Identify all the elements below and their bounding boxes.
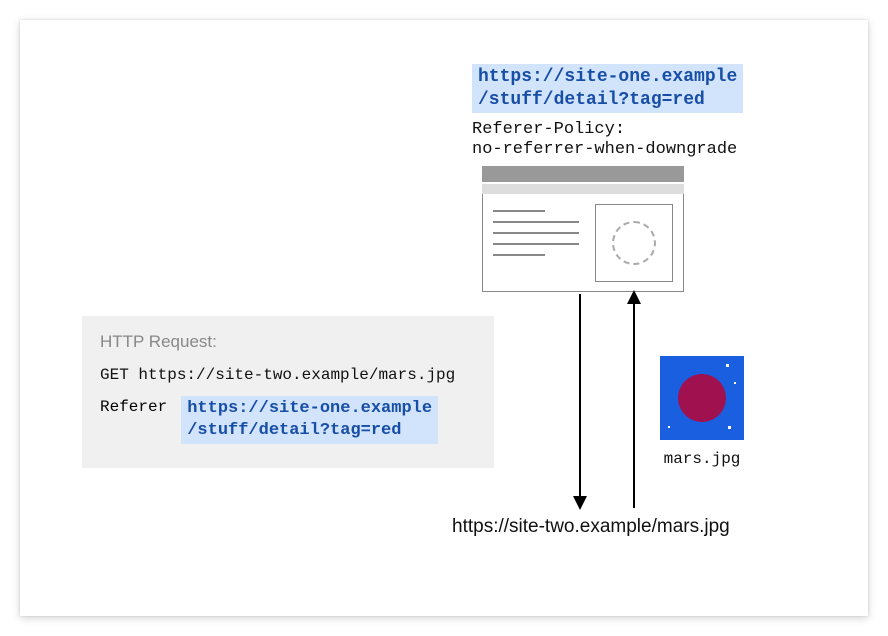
diagram-canvas: https://site-one.example /stuff/detail?t… [20,20,868,616]
mars-filename-label: mars.jpg [660,450,744,468]
browser-titlebar [482,166,684,182]
mars-image-icon [660,356,744,440]
origin-url-highlight: https://site-one.example /stuff/detail?t… [472,64,743,113]
policy-label: Referer-Policy: [472,120,625,139]
origin-url-line2: /stuff/detail?tag=red [478,90,705,110]
mars-image-block: mars.jpg [660,356,744,468]
referer-url-line1: https://site-one.example [187,399,432,418]
http-referer-row: Referer https://site-one.example /stuff/… [100,396,476,444]
planet-icon [678,374,726,422]
browser-window-icon [482,166,684,294]
browser-body [482,194,684,292]
image-placeholder-slot [595,204,673,282]
policy-value: no-referrer-when-downgrade [472,140,737,159]
origin-url-line1: https://site-one.example [478,67,737,87]
browser-urlbar [482,184,684,194]
referer-url-highlight: https://site-one.example /stuff/detail?t… [181,396,438,444]
referer-header-label: Referer [100,396,167,416]
referer-policy-text: Referer-Policy: no-referrer-when-downgra… [472,120,737,161]
http-get-line: GET https://site-two.example/mars.jpg [100,366,476,384]
referer-url-line2: /stuff/detail?tag=red [187,421,401,440]
http-request-box: HTTP Request: GET https://site-two.examp… [82,316,494,468]
text-lines-icon [493,204,587,281]
http-request-title: HTTP Request: [100,332,476,352]
destination-url: https://site-two.example/mars.jpg [452,516,730,538]
dotted-circle-icon [612,221,656,265]
